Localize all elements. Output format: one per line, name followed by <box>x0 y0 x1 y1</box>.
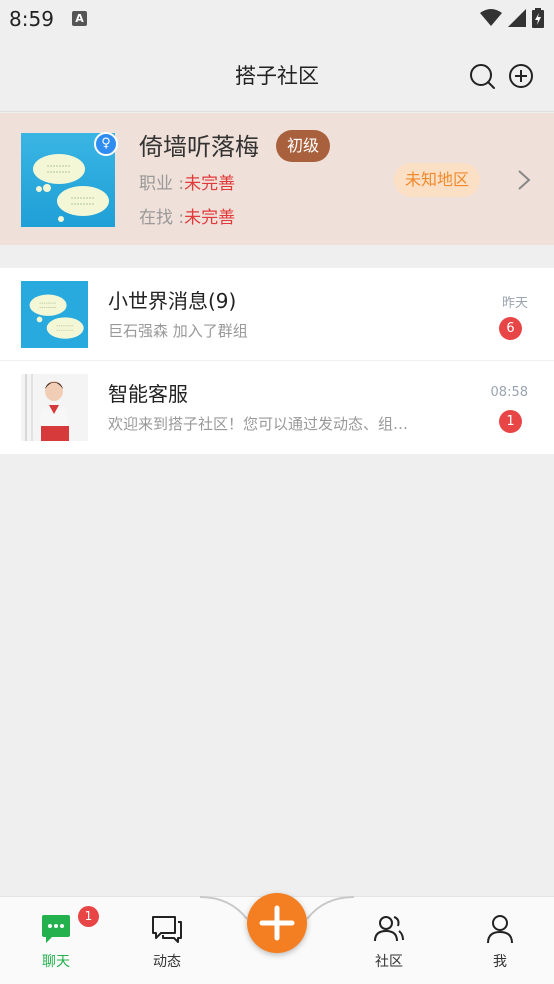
nav-label: 社区 <box>375 954 403 970</box>
service-agent-image <box>21 374 88 441</box>
nav-item-feed[interactable]: 动态 <box>137 913 197 971</box>
chevron-right-icon[interactable] <box>516 169 532 191</box>
fab-add-button[interactable] <box>247 893 307 953</box>
chat-name: 智能客服 <box>108 382 188 406</box>
chat-time: 08:58 <box>490 385 528 400</box>
chat-item-service[interactable]: 智能客服 欢迎来到搭子社区！您可以通过发动态、组… 08:58 1 <box>0 361 554 454</box>
cloud-avatar-image <box>21 281 88 348</box>
wifi-icon <box>480 9 502 26</box>
plus-icon <box>259 905 295 941</box>
chat-item-world[interactable]: 小世界消息(9) 巨石强森 加入了群组 昨天 6 <box>0 268 554 361</box>
feed-icon <box>152 916 182 943</box>
community-icon <box>374 916 404 942</box>
chat-message: 欢迎来到搭子社区！您可以通过发动态、组… <box>108 415 409 433</box>
seeking-row: 在找 :未完善 <box>139 203 235 228</box>
unread-badge: 1 <box>499 410 522 433</box>
signal-icon <box>508 9 526 27</box>
app-header: 搭子社区 <box>0 40 554 112</box>
avatar <box>21 374 88 441</box>
profile-icon <box>487 915 513 944</box>
nav-label: 聊天 <box>42 954 70 970</box>
nav-item-community[interactable]: 社区 <box>359 913 419 971</box>
nav-badge: 1 <box>78 906 99 927</box>
chat-list: 小世界消息(9) 巨石强森 加入了群组 昨天 6 智能客服 欢迎来到搭子社区！您 <box>0 268 554 454</box>
status-time: 8:59 <box>9 7 54 31</box>
search-icon[interactable] <box>468 62 496 90</box>
nav-item-chat[interactable]: 聊天 <box>26 913 86 971</box>
a-icon: A <box>72 11 87 26</box>
chat-message: 巨石强森 加入了群组 <box>108 322 248 340</box>
system-icons <box>480 8 544 28</box>
region-badge: 未知地区 <box>394 163 481 197</box>
status-bar: 8:59 A <box>0 0 554 40</box>
chat-name: 小世界消息(9) <box>108 289 237 313</box>
app-screen: 8:59 A 搭子社区 ♀ 倚墙听落梅 初级 职业:未完善 在找:未完善 未… <box>0 0 554 984</box>
seeking-value: 未完善 <box>184 208 236 228</box>
chat-icon <box>42 915 70 943</box>
add-circle-icon[interactable] <box>507 62 535 90</box>
profile-card[interactable]: ♀ 倚墙听落梅 初级 职业 :未完善 在找 :未完善 未知地区 <box>0 113 554 245</box>
nav-label: 我 <box>493 954 507 970</box>
nav-label: 动态 <box>153 954 181 970</box>
nav-item-me[interactable]: 我 <box>470 913 530 971</box>
job-label: 职业 : <box>139 174 185 194</box>
female-icon: ♀ <box>94 132 118 156</box>
battery-icon <box>532 8 544 28</box>
unread-badge: 6 <box>499 317 522 340</box>
avatar <box>21 281 88 348</box>
job-value: 未完善 <box>184 174 236 194</box>
chat-time: 昨天 <box>501 296 528 311</box>
level-badge: 初级 <box>276 130 331 162</box>
profile-name: 倚墙听落梅 <box>139 133 259 161</box>
job-row: 职业 :未完善 <box>139 169 235 194</box>
seeking-label: 在找 : <box>139 208 185 228</box>
